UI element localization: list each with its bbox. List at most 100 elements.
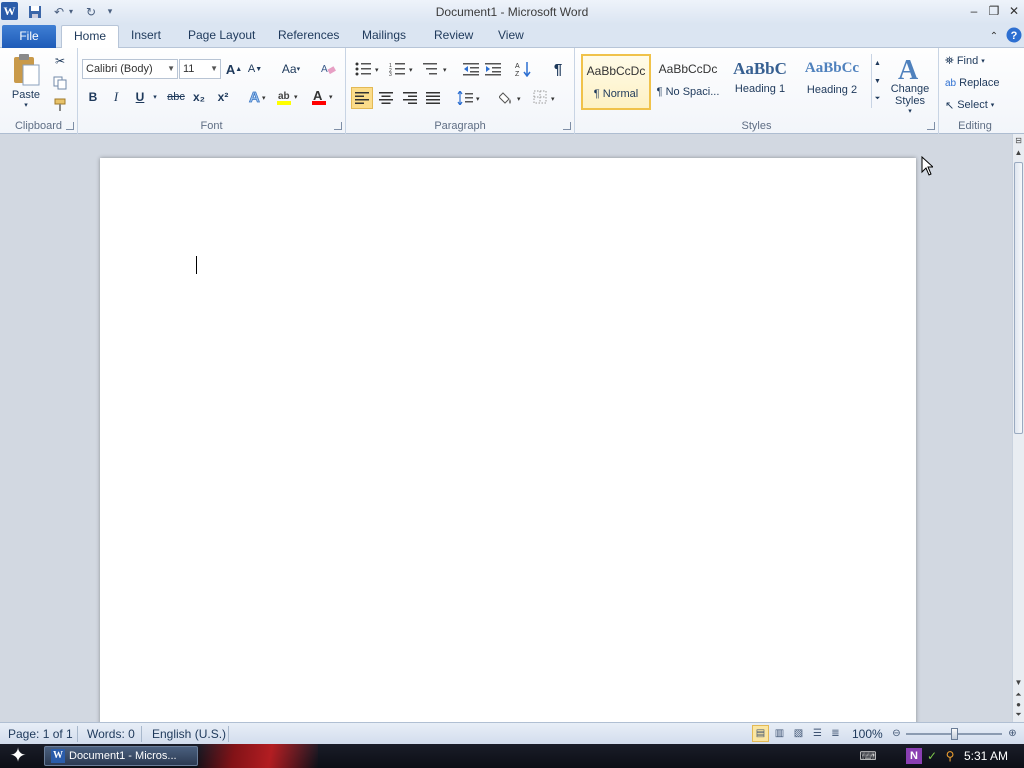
network-tray-icon[interactable]: ✓ bbox=[924, 748, 940, 764]
scroll-down-icon[interactable]: ▼ bbox=[1013, 678, 1024, 687]
cut-icon[interactable]: ✂ bbox=[50, 52, 70, 70]
clear-formatting-icon[interactable]: A bbox=[318, 60, 338, 78]
zoom-in-icon[interactable]: ⊕ bbox=[1004, 725, 1021, 742]
tab-references[interactable]: References bbox=[278, 28, 339, 42]
zoom-slider-thumb[interactable] bbox=[950, 728, 958, 740]
status-bar: Page: 1 of 1 Words: 0 English (U.S.) ▤ ▥… bbox=[0, 722, 1024, 744]
binoculars-icon: ⛯ bbox=[945, 54, 954, 67]
bullets-button[interactable]: ▾ bbox=[354, 60, 384, 78]
change-styles-label: Change Styles bbox=[890, 83, 930, 107]
minimize-icon[interactable]: ‒ bbox=[964, 2, 984, 20]
language-indicator[interactable]: English (U.S.) bbox=[152, 727, 226, 741]
underline-button[interactable]: U bbox=[132, 88, 148, 106]
tab-home[interactable]: Home bbox=[61, 25, 120, 49]
paste-button[interactable]: Paste ▾ bbox=[6, 50, 46, 112]
close-icon[interactable]: ✕ bbox=[1004, 2, 1024, 20]
style-normal[interactable]: AaBbCcDc ¶ Normal bbox=[581, 54, 651, 110]
keyboard-tray-icon[interactable]: ⌨ bbox=[859, 748, 876, 764]
change-case-button[interactable]: Aa ▾ bbox=[278, 60, 304, 78]
tab-page-layout[interactable]: Page Layout bbox=[188, 28, 255, 42]
text-effects-button[interactable]: A ▾ bbox=[246, 88, 270, 106]
word-count[interactable]: Words: 0 bbox=[87, 727, 135, 741]
style-heading-2[interactable]: AaBbCc Heading 2 bbox=[797, 54, 867, 110]
zoom-slider[interactable] bbox=[906, 728, 1002, 740]
style-heading-1[interactable]: AaBbC Heading 1 bbox=[725, 54, 795, 110]
font-color-button[interactable]: A ▾ bbox=[310, 88, 338, 106]
full-screen-reading-view-icon[interactable]: ▥ bbox=[771, 725, 788, 742]
help-icon[interactable]: ? bbox=[1004, 26, 1024, 44]
align-right-button[interactable] bbox=[400, 88, 420, 108]
style-no-spacing[interactable]: AaBbCcDc ¶ No Spaci... bbox=[653, 54, 723, 110]
previous-page-icon[interactable]: ⏶ bbox=[1013, 690, 1024, 700]
increase-indent-icon[interactable] bbox=[484, 60, 502, 78]
tab-mailings[interactable]: Mailings bbox=[362, 28, 406, 42]
change-case-label: Aa bbox=[281, 62, 297, 76]
vertical-scrollbar[interactable]: ⊟ ▲ ▼ ⏶ ● ⏷ bbox=[1012, 134, 1024, 722]
format-painter-icon[interactable] bbox=[50, 96, 70, 114]
paste-icon bbox=[14, 54, 40, 86]
highlight-color-button[interactable]: ab ▾ bbox=[275, 88, 303, 106]
superscript-button[interactable]: x² bbox=[214, 88, 232, 106]
justify-button[interactable] bbox=[423, 88, 443, 108]
ruler-toggle-icon[interactable]: ⊟ bbox=[1013, 136, 1024, 145]
page-count[interactable]: Page: 1 of 1 bbox=[8, 727, 73, 741]
show-formatting-button[interactable]: ¶ bbox=[548, 60, 568, 78]
browse-object-icon[interactable]: ● bbox=[1013, 700, 1024, 709]
shading-button[interactable]: ▾ bbox=[498, 88, 526, 108]
start-icon[interactable]: ✦ bbox=[4, 745, 32, 767]
outline-view-icon[interactable]: ☰ bbox=[809, 725, 826, 742]
svg-text:A: A bbox=[515, 63, 520, 70]
change-styles-icon: A bbox=[898, 55, 919, 83]
align-left-button[interactable] bbox=[351, 87, 373, 109]
line-spacing-button[interactable]: ▾ bbox=[456, 88, 484, 108]
italic-button[interactable]: I bbox=[108, 88, 124, 106]
web-layout-view-icon[interactable]: ▧ bbox=[790, 725, 807, 742]
next-page-icon[interactable]: ⏷ bbox=[1013, 710, 1024, 720]
paragraph-launcher-icon[interactable] bbox=[563, 122, 571, 130]
restore-icon[interactable]: ❐ bbox=[984, 2, 1004, 20]
style-name: ¶ No Spaci... bbox=[656, 86, 720, 98]
minimize-ribbon-icon[interactable]: ⌃ bbox=[984, 27, 1004, 45]
decrease-indent-icon[interactable] bbox=[462, 60, 480, 78]
font-size-box[interactable]: 11 ▼ bbox=[179, 59, 221, 79]
taskbar-word-item[interactable]: W Document1 - Micros... bbox=[44, 746, 198, 766]
tab-review[interactable]: Review bbox=[434, 28, 473, 42]
find-button[interactable]: ⛯ Find ▾ bbox=[945, 52, 985, 70]
search-tray-icon[interactable]: ⚲ bbox=[942, 748, 958, 764]
shrink-font-button[interactable]: A ▼ bbox=[247, 60, 263, 78]
grow-font-button[interactable]: A ▲ bbox=[226, 60, 242, 78]
underline-dropdown-icon[interactable]: ▾ bbox=[150, 88, 160, 106]
multilevel-list-button[interactable]: ▾ bbox=[422, 60, 452, 78]
styles-more-icon[interactable]: ⏷ bbox=[871, 90, 883, 108]
sort-icon[interactable]: AZ bbox=[514, 60, 534, 78]
styles-scroll-up-icon[interactable]: ▲ bbox=[871, 54, 883, 72]
copy-icon[interactable] bbox=[50, 74, 70, 92]
align-center-button[interactable] bbox=[376, 88, 396, 108]
zoom-out-icon[interactable]: ⊖ bbox=[888, 725, 905, 742]
clipboard-launcher-icon[interactable] bbox=[66, 122, 74, 130]
font-name-box[interactable]: Calibri (Body) ▼ bbox=[82, 59, 178, 79]
change-styles-button[interactable]: A Change Styles ▾ bbox=[885, 52, 935, 116]
scrollbar-thumb[interactable] bbox=[1014, 162, 1023, 434]
numbering-button[interactable]: 1 2 3 ▾ bbox=[388, 60, 418, 78]
print-layout-view-icon[interactable]: ▤ bbox=[752, 725, 769, 742]
replace-button[interactable]: ab Replace bbox=[945, 74, 999, 92]
document-page[interactable] bbox=[100, 158, 916, 722]
styles-scroll-down-icon[interactable]: ▼ bbox=[871, 72, 883, 90]
select-button[interactable]: ↖ Select ▾ bbox=[945, 96, 994, 114]
svg-text:Z: Z bbox=[515, 71, 520, 77]
zoom-level[interactable]: 100% bbox=[852, 727, 883, 741]
bold-button[interactable]: B bbox=[85, 88, 101, 106]
onenote-tray-icon[interactable]: N bbox=[906, 748, 922, 764]
borders-button[interactable]: ▾ bbox=[532, 88, 560, 108]
font-launcher-icon[interactable] bbox=[334, 122, 342, 130]
subscript-button[interactable]: x₂ bbox=[190, 88, 208, 106]
svg-text:▾: ▾ bbox=[443, 67, 447, 74]
tab-view[interactable]: View bbox=[498, 28, 524, 42]
scroll-up-icon[interactable]: ▲ bbox=[1013, 148, 1024, 157]
styles-launcher-icon[interactable] bbox=[927, 122, 935, 130]
tab-insert[interactable]: Insert bbox=[131, 28, 161, 42]
draft-view-icon[interactable]: ≣ bbox=[827, 725, 844, 742]
strikethrough-button[interactable]: abc bbox=[166, 88, 186, 106]
tab-file[interactable]: File bbox=[2, 25, 56, 48]
